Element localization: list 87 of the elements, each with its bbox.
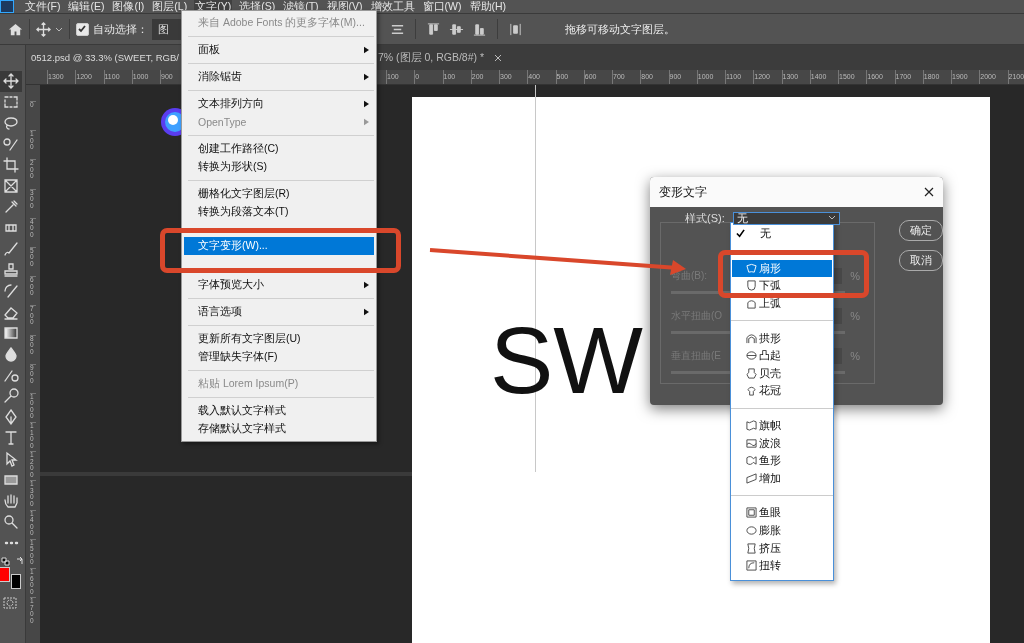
style-option[interactable]: 贝壳 xyxy=(732,364,832,383)
menu-item[interactable]: 转换为段落文本(T) xyxy=(184,203,374,221)
unit-label: % xyxy=(850,270,860,282)
align-icon[interactable] xyxy=(426,21,441,37)
fish-shape-icon xyxy=(746,455,757,467)
style-option[interactable]: 上弧 xyxy=(732,294,832,313)
menu-item[interactable]: 窗口(W) xyxy=(421,0,463,13)
arch-shape-icon xyxy=(746,332,757,344)
twist-shape-icon xyxy=(746,560,757,572)
caret-icon[interactable] xyxy=(55,25,63,33)
menu-item[interactable]: 编辑(E) xyxy=(67,0,106,13)
foreground-color-swatch[interactable] xyxy=(0,567,10,582)
home-icon[interactable] xyxy=(8,21,23,37)
fan-shape-icon xyxy=(746,262,757,274)
caret-icon[interactable] xyxy=(827,213,836,221)
app-icon[interactable] xyxy=(0,0,14,13)
checkbox[interactable] xyxy=(76,22,89,36)
document-tab[interactable]: 0512.psd @ 33.3% (SWEET, RGB/ xyxy=(26,45,182,70)
submenu-arrow-icon xyxy=(364,46,369,54)
status-hint: 拖移可移动文字图层。 xyxy=(565,21,675,37)
menu-item[interactable]: 面板 xyxy=(184,41,374,59)
arc-upper-shape-icon xyxy=(746,298,757,310)
menu-item[interactable]: 图像(I) xyxy=(111,0,146,13)
style-option[interactable]: 膨胀 xyxy=(732,521,832,540)
submenu-arrow-icon xyxy=(364,118,369,126)
style-option[interactable]: 波浪 xyxy=(732,434,832,452)
style-option[interactable]: 无 xyxy=(732,225,832,243)
align-icon[interactable] xyxy=(508,21,523,37)
canvas-text: SW xyxy=(490,313,644,408)
submenu-arrow-icon xyxy=(364,308,369,316)
dialog-title: 变形文字 xyxy=(659,184,707,200)
style-dropdown[interactable]: 无 xyxy=(732,212,840,225)
menu-item[interactable]: 存储默认文字样式 xyxy=(184,420,374,438)
style-option[interactable]: 凸起 xyxy=(732,346,832,365)
menu-item[interactable]: 转换为形状(S) xyxy=(184,158,374,176)
menu-item[interactable]: 增效工具 xyxy=(369,0,416,13)
check-icon xyxy=(736,229,745,239)
unit-label: % xyxy=(850,310,860,322)
default-colors-icon[interactable] xyxy=(1,557,11,567)
style-option[interactable]: 挤压 xyxy=(732,539,832,557)
move-icon[interactable] xyxy=(0,71,22,92)
swap-icon[interactable] xyxy=(15,557,25,567)
close-icon[interactable] xyxy=(494,53,503,62)
style-option[interactable]: 旗帜 xyxy=(732,416,832,435)
align-icon[interactable] xyxy=(472,21,487,37)
squeeze-shape-icon xyxy=(746,542,757,554)
background-color-swatch[interactable] xyxy=(11,574,21,589)
style-option[interactable]: 扇形 xyxy=(732,259,832,278)
menu-item[interactable]: 文件(F) xyxy=(24,0,62,13)
flag-shape-icon xyxy=(746,420,757,432)
arc-lower-shape-icon xyxy=(746,280,757,292)
submenu-arrow-icon xyxy=(364,281,369,289)
move-icon[interactable] xyxy=(36,21,51,37)
shell-lower-shape-icon xyxy=(746,367,757,379)
style-option[interactable]: 鱼眼 xyxy=(732,504,832,522)
submenu-arrow-icon xyxy=(364,73,369,81)
menu-item[interactable]: 管理缺失字体(F) xyxy=(184,348,374,366)
menu-item[interactable]: 字体预览大小 xyxy=(184,276,374,294)
menu-item[interactable]: 更新所有文字图层(U) xyxy=(184,330,374,348)
rise-shape-icon xyxy=(746,472,757,484)
bulge-shape-icon xyxy=(746,350,757,362)
unit-label: % xyxy=(850,350,860,362)
inflate-shape-icon xyxy=(746,525,757,536)
dialog-button[interactable]: 确定 xyxy=(899,220,943,241)
menu-item[interactable]: 载入默认文字样式 xyxy=(184,402,374,420)
wave-shape-icon xyxy=(746,437,757,449)
menu-item[interactable]: 创建工作路径(C) xyxy=(184,140,374,158)
shell-upper-shape-icon xyxy=(746,385,757,397)
style-option[interactable]: 拱形 xyxy=(732,329,832,347)
fisheye-shape-icon xyxy=(746,507,757,519)
quick-mask-icon[interactable] xyxy=(2,595,18,611)
close-icon[interactable] xyxy=(924,187,934,197)
style-label: 样式(S): xyxy=(685,211,725,226)
menu-item[interactable]: 帮助(H) xyxy=(468,0,508,13)
align-icon[interactable] xyxy=(449,21,464,37)
style-option[interactable]: 增加 xyxy=(732,469,832,488)
dialog-button[interactable]: 取消 xyxy=(899,250,943,271)
style-option[interactable]: 花冠 xyxy=(732,382,832,400)
menu-item[interactable]: 栅格化文字图层(R) xyxy=(184,185,374,203)
submenu-arrow-icon xyxy=(364,100,369,108)
menu-item[interactable]: 文字变形(W)... xyxy=(184,237,374,255)
menu-item[interactable]: 语言选项 xyxy=(184,303,374,321)
menu-item[interactable]: 文本排列方向 xyxy=(184,95,374,113)
style-option[interactable]: 扭转 xyxy=(732,556,832,575)
style-option[interactable]: 鱼形 xyxy=(732,451,832,470)
document-tab[interactable]: 7% (图层 0, RGB/8#) * xyxy=(378,45,511,70)
auto-select-label: 自动选择： xyxy=(93,21,148,37)
